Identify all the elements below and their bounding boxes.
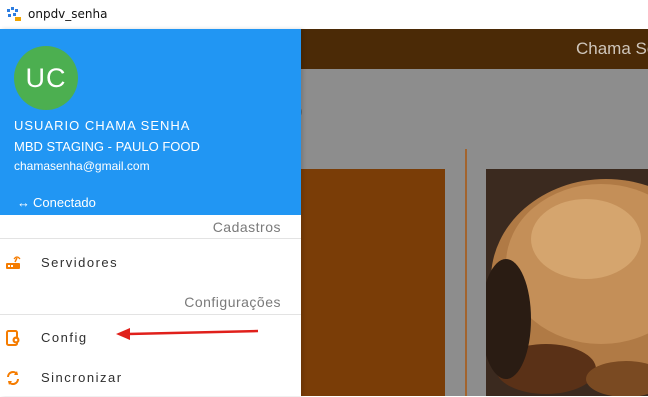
product-photo[interactable] xyxy=(486,169,648,396)
user-name: USUARIO CHAMA SENHA xyxy=(14,118,191,133)
category-card[interactable] xyxy=(296,169,445,396)
sync-icon xyxy=(7,371,19,385)
menu-item-label: Servidores xyxy=(41,255,119,270)
settings-device-icon xyxy=(6,330,20,346)
menu-item-label: Config xyxy=(41,330,88,345)
user-email: chamasenha@gmail.com xyxy=(14,159,150,173)
connection-status-label: Conectado xyxy=(33,195,96,210)
user-company: MBD STAGING - PAULO FOOD xyxy=(14,139,200,154)
app-logo-icon xyxy=(7,7,21,21)
annotation-arrow-icon xyxy=(116,328,259,340)
menu-item-servidores[interactable]: Servidores xyxy=(0,244,301,282)
content-divider xyxy=(465,149,467,396)
window-titlebar: onpdv_senha xyxy=(0,0,648,29)
section-cadastros: Cadastros xyxy=(212,219,281,235)
connection-arrows-icon: ↔ xyxy=(17,195,30,210)
connection-status[interactable]: ↔ Conectado xyxy=(17,195,96,210)
section-configuracoes: Configurações xyxy=(184,294,281,310)
menu-item-label: Sincronizar xyxy=(41,370,123,385)
avatar[interactable]: UC xyxy=(14,46,78,110)
router-icon xyxy=(6,256,21,269)
divider xyxy=(0,238,301,239)
window-title: onpdv_senha xyxy=(28,7,108,21)
menu-item-sincronizar[interactable]: Sincronizar xyxy=(0,359,301,397)
burger-image xyxy=(486,169,648,396)
app-header-title: Chama Se xyxy=(576,39,648,58)
drawer-header: UC USUARIO CHAMA SENHA MBD STAGING - PAU… xyxy=(0,29,301,215)
divider xyxy=(0,314,301,315)
